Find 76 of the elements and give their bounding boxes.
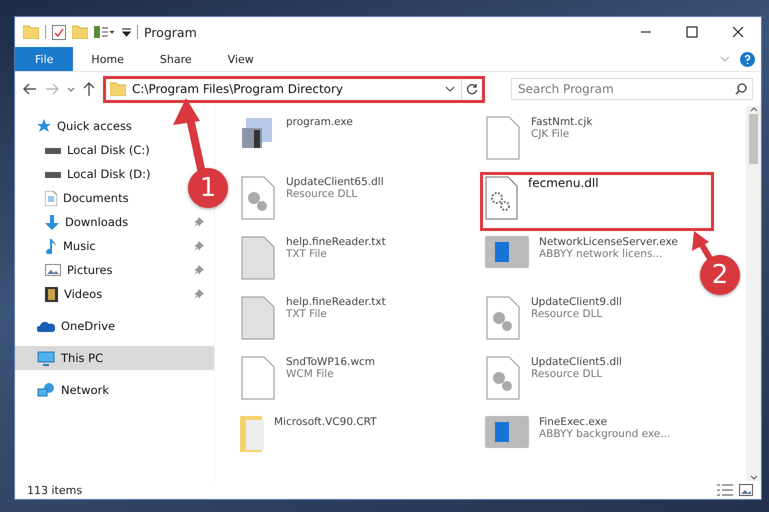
ribbon-tab[interactable]: File <box>15 47 74 71</box>
file-item[interactable]: FastNmt.cjk CJK File <box>480 112 598 164</box>
sidebar-item[interactable]: Downloads <box>15 210 214 234</box>
file-item[interactable]: Microsoft.VC90.CRT <box>235 412 382 456</box>
scroll-thumb[interactable] <box>749 114 758 164</box>
sidebar-item[interactable]: Network <box>15 378 120 402</box>
properties-icon[interactable] <box>52 24 66 40</box>
film-icon <box>45 286 58 302</box>
sidebar-item[interactable]: This PC <box>15 346 214 370</box>
window-app-icon <box>485 236 529 268</box>
file-item[interactable]: NetworkLicenseServer.exe ABBYY network licens... <box>480 232 683 272</box>
monitor-icon <box>37 350 55 366</box>
sidebar-item[interactable]: Local Disk (C:) <box>15 138 160 162</box>
folder-icon <box>110 82 126 96</box>
file-item[interactable]: UpdateClient9.dll Resource DLL <box>480 292 627 344</box>
file-item[interactable]: help.fineReader.txt TXT File <box>235 292 391 344</box>
search-icon <box>735 83 747 95</box>
music-note-icon <box>45 238 57 254</box>
file-icon <box>240 356 276 400</box>
item-count: 113 items <box>27 484 82 496</box>
back-icon[interactable] <box>23 83 37 95</box>
customize-icon[interactable] <box>122 28 131 36</box>
pin-icon[interactable] <box>194 241 204 251</box>
file-item[interactable]: program.exe <box>235 112 358 156</box>
dll-file-icon <box>240 176 276 220</box>
file-item[interactable]: UpdateClient5.dll Resource DLL <box>480 352 627 404</box>
sidebar-item[interactable]: Videos <box>15 282 214 306</box>
file-item[interactable]: fecmenu.dll <box>480 172 714 231</box>
pin-icon[interactable] <box>194 265 204 275</box>
cloud-icon <box>37 320 55 332</box>
new-folder-icon <box>72 25 88 39</box>
refresh-icon[interactable] <box>466 83 478 95</box>
file-icon <box>240 296 276 340</box>
sidebar-item[interactable]: Documents <box>15 186 139 210</box>
gear-file-icon <box>485 176 518 220</box>
search-field[interactable]: Search Program <box>511 78 753 100</box>
sidebar-item[interactable]: Quick access <box>15 114 142 138</box>
help-icon[interactable] <box>740 52 755 66</box>
star-icon <box>37 119 51 133</box>
dll-file-icon <box>485 296 521 340</box>
file-item[interactable]: SndToWP16.wcm WCM File <box>235 352 380 404</box>
sidebar-item[interactable]: Local Disk (D:) <box>15 162 161 186</box>
document-icon <box>45 190 57 206</box>
pin-icon[interactable] <box>194 289 204 299</box>
file-item[interactable]: help.fineReader.txt TXT File <box>235 232 391 284</box>
drive-icon <box>45 145 61 155</box>
details-view-icon[interactable] <box>717 484 733 496</box>
scroll-up-icon[interactable] <box>750 106 758 112</box>
ribbon-tab[interactable]: Home <box>73 47 142 71</box>
view-options-icon[interactable] <box>94 26 116 38</box>
sidebar-item[interactable]: Pictures <box>15 258 214 282</box>
network-icon <box>37 382 55 398</box>
window-app-icon <box>485 416 529 448</box>
file-item[interactable]: FineExec.exe ABBYY background exe... <box>480 412 676 452</box>
pin-icon[interactable] <box>194 217 204 227</box>
window-title: Program <box>144 24 197 40</box>
file-icon <box>240 236 276 280</box>
file-item[interactable]: UpdateClient65.dll Resource DLL <box>235 172 389 224</box>
ribbon-tab[interactable]: View <box>210 47 272 71</box>
quick-folder-icon <box>23 25 39 39</box>
sidebar-item[interactable]: Music <box>15 234 214 258</box>
picture-icon <box>45 264 61 276</box>
scroll-down-icon[interactable] <box>750 475 758 481</box>
recent-icon[interactable] <box>67 86 75 92</box>
thumbnail-view-icon[interactable] <box>739 484 753 496</box>
dll-file-icon <box>485 356 521 400</box>
download-icon <box>45 214 59 230</box>
drive-icon <box>45 169 61 179</box>
scrollbar[interactable] <box>746 106 761 481</box>
file-icon <box>485 116 521 160</box>
folder-icon <box>240 416 264 452</box>
address-bar[interactable]: C:\Program Files\Program Directory <box>103 76 485 102</box>
up-icon[interactable] <box>83 82 95 96</box>
sidebar-item[interactable]: OneDrive <box>15 314 126 338</box>
dropdown-icon[interactable] <box>445 86 455 92</box>
ribbon-tab[interactable]: Share <box>142 47 210 71</box>
